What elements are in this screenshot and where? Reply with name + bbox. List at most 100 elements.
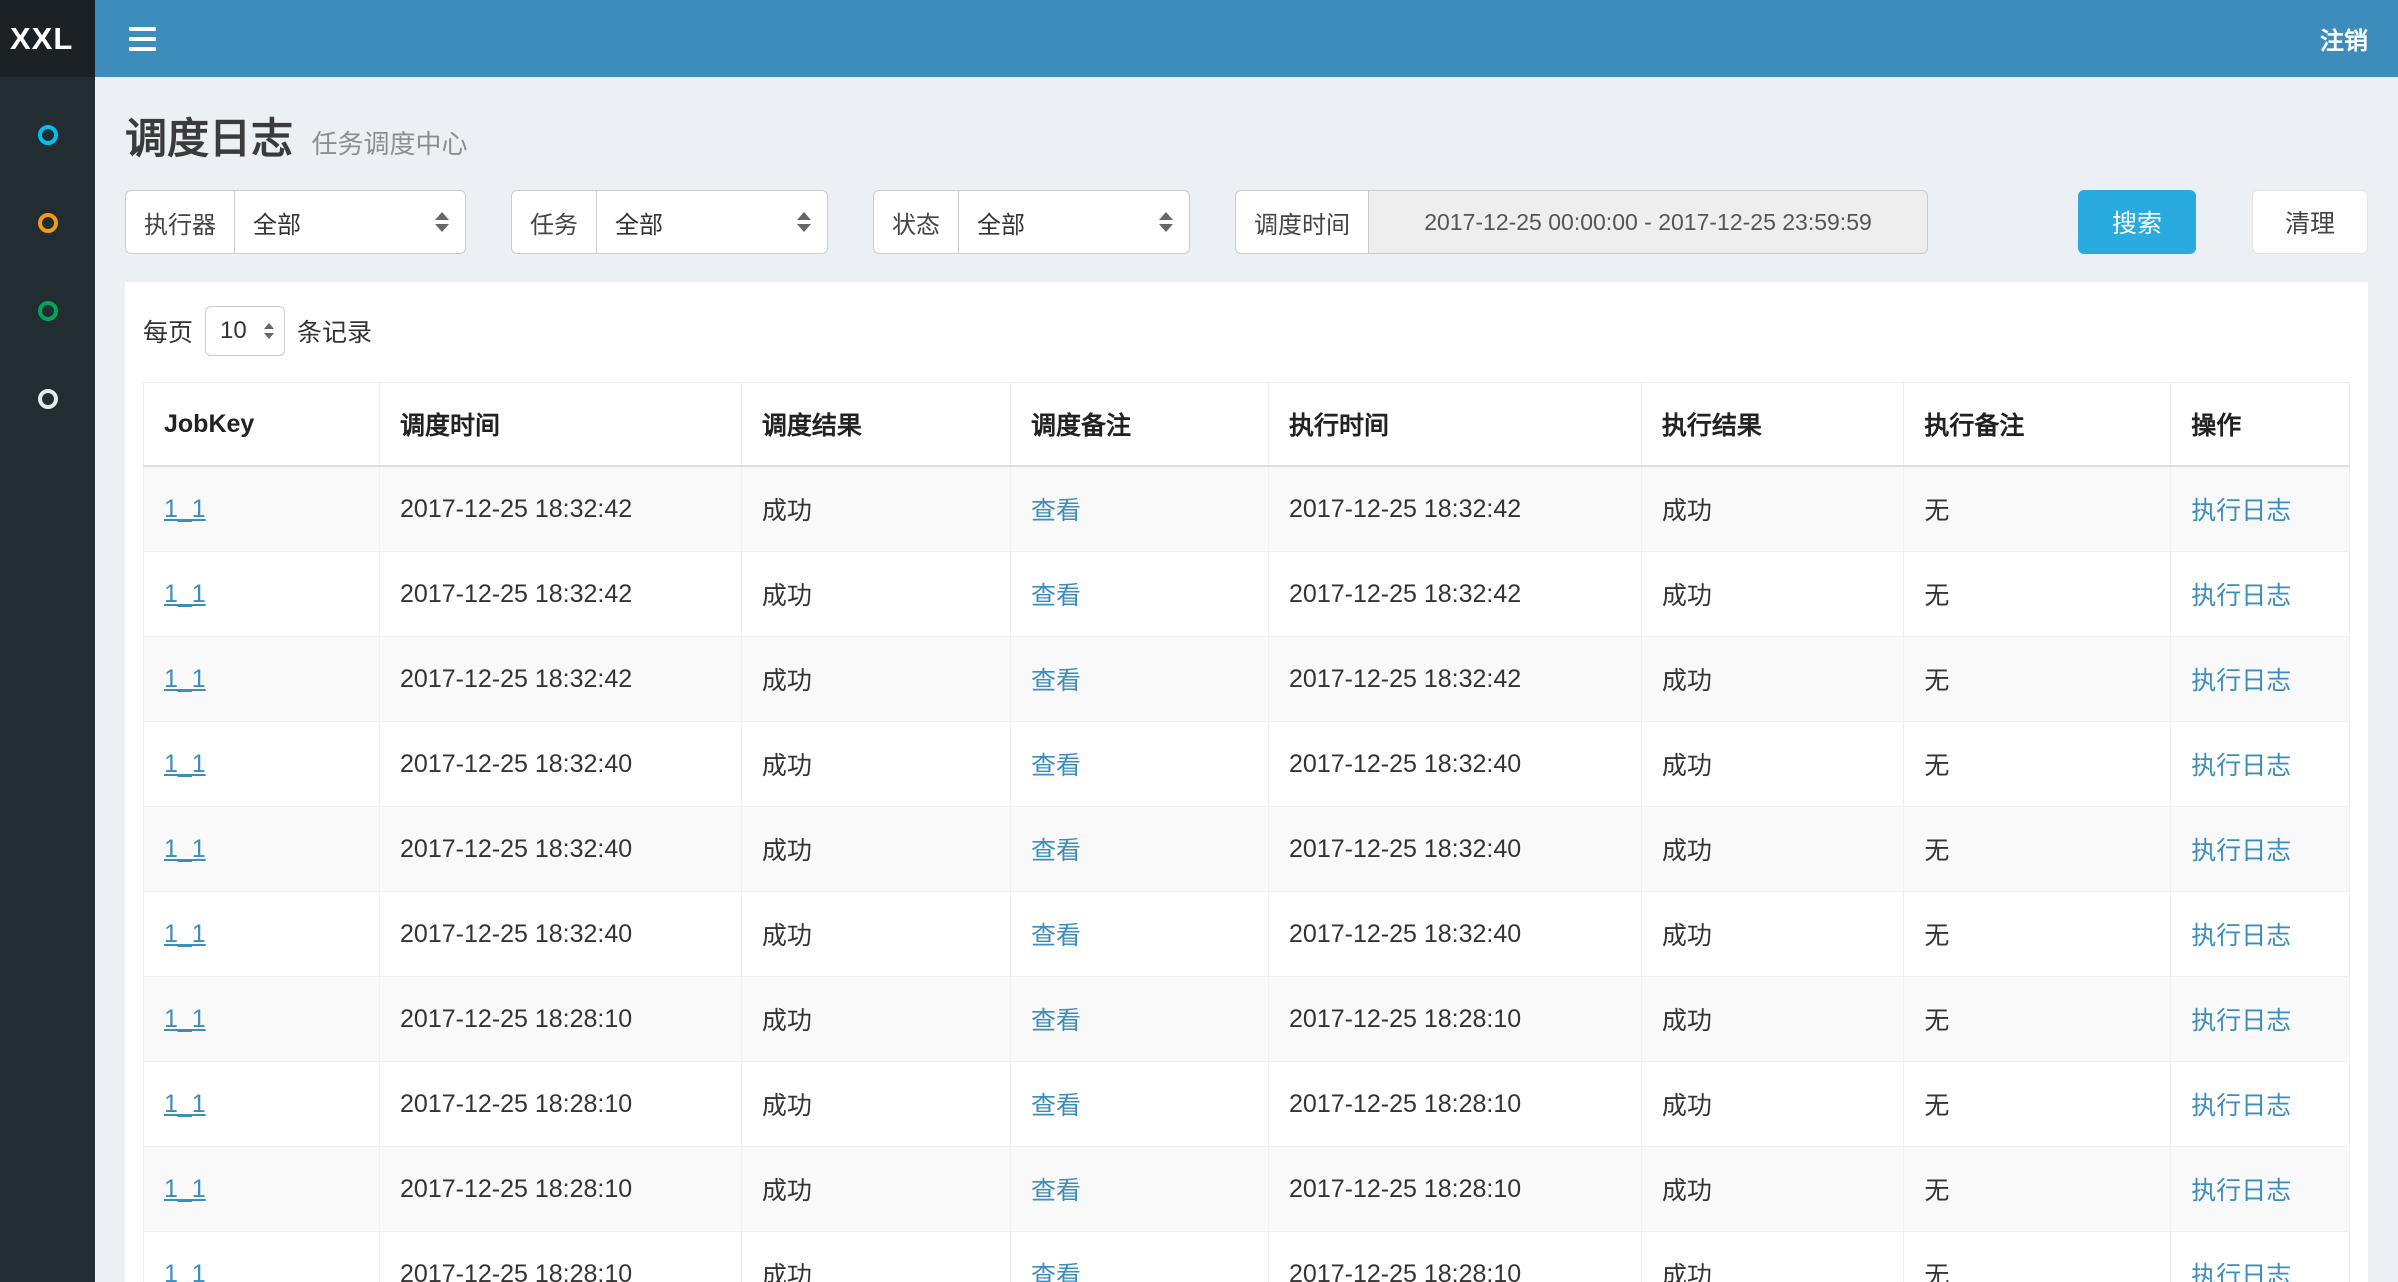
view-trigger-msg-link[interactable]: 查看: [1031, 582, 1081, 610]
view-trigger-msg-link[interactable]: 查看: [1031, 752, 1081, 780]
page-size-control: 每页 10 条记录: [143, 306, 2350, 356]
trigger-msg-cell: 查看: [1010, 637, 1268, 722]
sidebar-item-3[interactable]: [0, 267, 95, 355]
log-table-head: JobKey调度时间调度结果调度备注执行时间执行结果执行备注操作: [144, 383, 2350, 467]
jobkey-link[interactable]: 1_1: [164, 1260, 206, 1282]
jobkey-cell: 1_1: [144, 722, 380, 807]
handle-time-cell: 2017-12-25 18:32:42: [1269, 637, 1642, 722]
action-cell: 执行日志: [2171, 637, 2350, 722]
search-button[interactable]: 搜索: [2078, 190, 2196, 254]
log-table-panel: 每页 10 条记录 JobKey调度时间调度结果调度备注执行时间执行结果执行备注…: [125, 282, 2368, 1282]
status-select[interactable]: 全部: [958, 190, 1190, 254]
column-header-7: 操作: [2171, 383, 2350, 467]
jobkey-link[interactable]: 1_1: [164, 665, 206, 693]
sidebar-item-2[interactable]: [0, 179, 95, 267]
exec-log-link[interactable]: 执行日志: [2191, 752, 2291, 780]
view-trigger-msg-link[interactable]: 查看: [1031, 1177, 1081, 1205]
select-stepper-icon: [264, 323, 274, 339]
exec-log-link[interactable]: 执行日志: [2191, 1092, 2291, 1120]
jobkey-cell: 1_1: [144, 807, 380, 892]
sidebar-toggle-button[interactable]: [125, 19, 160, 59]
page-size-value: 10: [220, 317, 247, 345]
trigger-result-cell: 成功: [741, 1147, 1010, 1232]
exec-log-link[interactable]: 执行日志: [2191, 497, 2291, 525]
trigger-time-range-input[interactable]: 2017-12-25 00:00:00 - 2017-12-25 23:59:5…: [1368, 190, 1928, 254]
hamburger-icon: [129, 47, 156, 51]
handle-time-cell: 2017-12-25 18:28:10: [1269, 977, 1642, 1062]
handle-time-cell: 2017-12-25 18:32:40: [1269, 892, 1642, 977]
jobkey-link[interactable]: 1_1: [164, 495, 206, 523]
jobkey-link[interactable]: 1_1: [164, 835, 206, 863]
main-content: 调度日志 任务调度中心 执行器 全部 任务 全部 状态: [95, 77, 2398, 1282]
view-trigger-msg-link[interactable]: 查看: [1031, 1007, 1081, 1035]
handle-msg-cell: 无: [1904, 552, 2171, 637]
jobkey-cell: 1_1: [144, 977, 380, 1062]
jobkey-link[interactable]: 1_1: [164, 1005, 206, 1033]
hamburger-icon: [129, 27, 156, 31]
handle-time-cell: 2017-12-25 18:32:40: [1269, 722, 1642, 807]
job-select-value: 全部: [615, 205, 663, 240]
sidebar-item-1[interactable]: [0, 91, 95, 179]
table-row: 1_1 2017-12-25 18:28:10 成功 查看 2017-12-25…: [144, 977, 2350, 1062]
handle-result-cell: 成功: [1641, 1147, 1904, 1232]
jobkey-cell: 1_1: [144, 637, 380, 722]
action-cell: 执行日志: [2171, 977, 2350, 1062]
trigger-time-cell: 2017-12-25 18:28:10: [380, 1232, 742, 1282]
jobkey-link[interactable]: 1_1: [164, 580, 206, 608]
trigger-msg-cell: 查看: [1010, 1062, 1268, 1147]
exec-log-link[interactable]: 执行日志: [2191, 582, 2291, 610]
sidebar-item-4[interactable]: [0, 355, 95, 443]
page-size-select[interactable]: 10: [205, 306, 285, 356]
view-trigger-msg-link[interactable]: 查看: [1031, 837, 1081, 865]
trigger-result-cell: 成功: [741, 1062, 1010, 1147]
handle-time-cell: 2017-12-25 18:28:10: [1269, 1232, 1642, 1282]
view-trigger-msg-link[interactable]: 查看: [1031, 922, 1081, 950]
handle-result-cell: 成功: [1641, 722, 1904, 807]
jobkey-link[interactable]: 1_1: [164, 1090, 206, 1118]
table-row: 1_1 2017-12-25 18:32:40 成功 查看 2017-12-25…: [144, 892, 2350, 977]
trigger-result-cell: 成功: [741, 1232, 1010, 1282]
trigger-msg-cell: 查看: [1010, 1147, 1268, 1232]
exec-log-link[interactable]: 执行日志: [2191, 837, 2291, 865]
exec-log-link[interactable]: 执行日志: [2191, 922, 2291, 950]
handle-msg-cell: 无: [1904, 637, 2171, 722]
executor-filter-group: 执行器 全部: [125, 190, 466, 254]
column-header-1: 调度时间: [380, 383, 742, 467]
table-header-row: JobKey调度时间调度结果调度备注执行时间执行结果执行备注操作: [144, 383, 2350, 467]
trigger-result-cell: 成功: [741, 466, 1010, 552]
column-header-2: 调度结果: [741, 383, 1010, 467]
view-trigger-msg-link[interactable]: 查看: [1031, 1262, 1081, 1282]
executor-select[interactable]: 全部: [234, 190, 466, 254]
exec-log-link[interactable]: 执行日志: [2191, 1007, 2291, 1035]
action-cell: 执行日志: [2171, 1147, 2350, 1232]
trigger-msg-cell: 查看: [1010, 552, 1268, 637]
table-row: 1_1 2017-12-25 18:32:42 成功 查看 2017-12-25…: [144, 552, 2350, 637]
exec-log-link[interactable]: 执行日志: [2191, 1262, 2291, 1282]
view-trigger-msg-link[interactable]: 查看: [1031, 1092, 1081, 1120]
app-logo-text: XXL: [10, 21, 73, 57]
action-cell: 执行日志: [2171, 722, 2350, 807]
handle-time-cell: 2017-12-25 18:32:42: [1269, 552, 1642, 637]
jobkey-link[interactable]: 1_1: [164, 1175, 206, 1203]
handle-msg-cell: 无: [1904, 466, 2171, 552]
trigger-time-cell: 2017-12-25 18:28:10: [380, 977, 742, 1062]
trigger-time-filter-group: 调度时间 2017-12-25 00:00:00 - 2017-12-25 23…: [1235, 190, 1928, 254]
action-cell: 执行日志: [2171, 1062, 2350, 1147]
job-select[interactable]: 全部: [596, 190, 828, 254]
view-trigger-msg-link[interactable]: 查看: [1031, 497, 1081, 525]
clear-button[interactable]: 清理: [2252, 190, 2368, 254]
exec-log-link[interactable]: 执行日志: [2191, 1177, 2291, 1205]
jobkey-link[interactable]: 1_1: [164, 750, 206, 778]
log-table: JobKey调度时间调度结果调度备注执行时间执行结果执行备注操作 1_1 201…: [143, 382, 2350, 1282]
jobkey-link[interactable]: 1_1: [164, 920, 206, 948]
app: XXL 注销 调度日志 任务调度中心 执行器 全部 任务: [0, 0, 2398, 1282]
trigger-msg-cell: 查看: [1010, 1232, 1268, 1282]
view-trigger-msg-link[interactable]: 查看: [1031, 667, 1081, 695]
trigger-time-cell: 2017-12-25 18:28:10: [380, 1062, 742, 1147]
handle-result-cell: 成功: [1641, 807, 1904, 892]
circle-outline-icon: [38, 389, 58, 409]
app-logo[interactable]: XXL: [0, 0, 95, 77]
hamburger-icon: [129, 37, 156, 41]
logout-link[interactable]: 注销: [2320, 21, 2368, 56]
exec-log-link[interactable]: 执行日志: [2191, 667, 2291, 695]
